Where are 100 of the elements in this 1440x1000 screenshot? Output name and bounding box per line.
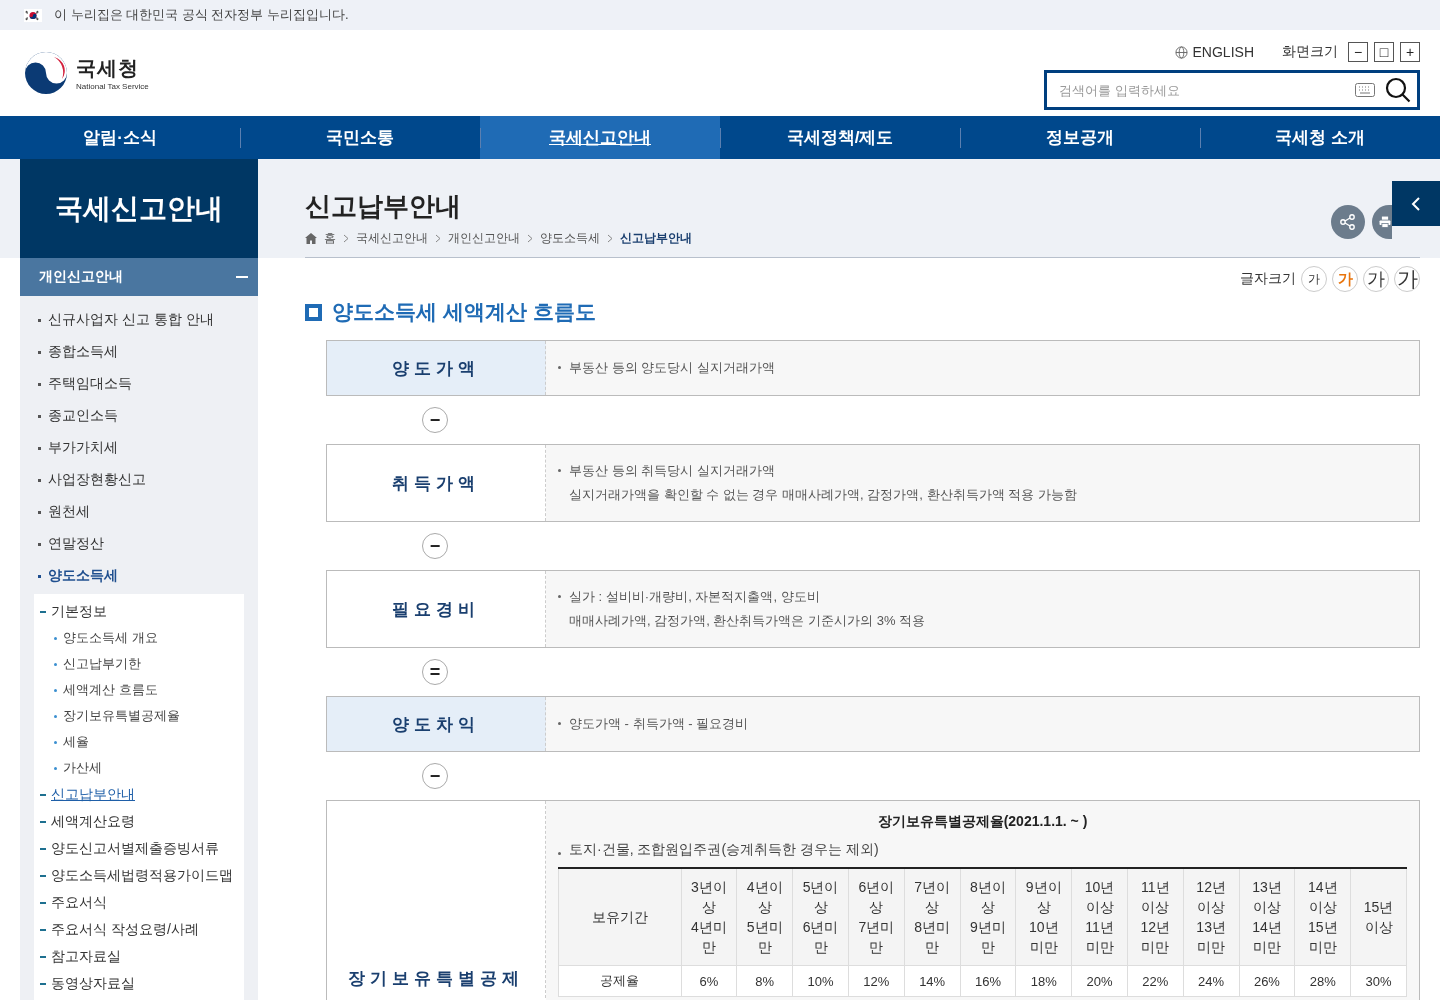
- table-cell: 20%: [1071, 965, 1128, 997]
- logo-name: 국세청: [76, 56, 140, 81]
- dash-icon: [40, 901, 46, 904]
- chevron-icon: [435, 234, 441, 243]
- search-field[interactable]: 검색어를 입력하세요: [1044, 70, 1420, 110]
- globe-icon: [1174, 45, 1188, 59]
- nav-tab[interactable]: 국민소통: [326, 126, 394, 149]
- sidebar-section[interactable]: 개인신고안내: [20, 258, 258, 296]
- bullet-icon: [54, 714, 57, 718]
- bullet-icon: [38, 382, 41, 386]
- sidebar-item[interactable]: 주택임대소득: [48, 375, 132, 393]
- table-cell: 8%: [736, 965, 793, 997]
- step-label: 장기보유특별공제: [348, 968, 524, 990]
- font-size-button[interactable]: 가: [1363, 266, 1389, 292]
- bullet-icon: [38, 414, 41, 418]
- breadcrumb-link[interactable]: 홈: [324, 230, 336, 247]
- page-title: 신고납부안내: [305, 190, 462, 223]
- dash-icon: [40, 847, 46, 850]
- sidebar-subitem[interactable]: 세액계산요령: [51, 812, 135, 831]
- nav-tab[interactable]: 국세정책/제도: [786, 126, 894, 149]
- table-cell: 공제율: [558, 965, 682, 997]
- sidebar-subitem[interactable]: 주요서식 작성요령/사례: [51, 920, 199, 939]
- sidebar-subitem[interactable]: 주요서식: [51, 893, 107, 912]
- bullet-icon: [38, 574, 41, 578]
- column-header: 15년 이상: [1350, 868, 1407, 966]
- search-icon[interactable]: [1385, 77, 1411, 103]
- bullet-icon: [558, 595, 561, 598]
- sidebar-item[interactable]: 종합소득세: [48, 343, 118, 361]
- table-cell: 18%: [1015, 965, 1072, 997]
- column-header: 3년이상 4년미만: [681, 868, 737, 966]
- operator-icon: −: [422, 533, 448, 559]
- breadcrumb-link[interactable]: 양도소득세: [540, 230, 600, 247]
- language-link[interactable]: ENGLISH: [1174, 44, 1254, 60]
- step-label: 양도차익: [327, 697, 546, 751]
- bullet-icon: [54, 688, 57, 692]
- dash-icon: [40, 928, 46, 931]
- step-label: 취득가액: [327, 445, 546, 521]
- nav-tab[interactable]: 알림·소식: [83, 126, 157, 149]
- keyboard-icon[interactable]: [1355, 83, 1375, 97]
- sidebar-subitem[interactable]: 양도소득세법령적용가이드맵: [51, 866, 233, 885]
- font-size-button[interactable]: 가: [1394, 266, 1420, 292]
- dash-icon: [40, 955, 46, 958]
- zoom-label: 화면크기: [1282, 43, 1338, 61]
- sidebar-item[interactable]: 사업장현황신고: [48, 471, 146, 489]
- sidebar-item[interactable]: 부가가치세: [48, 439, 118, 457]
- bullet-icon: [558, 852, 561, 855]
- font-size-label: 글자크기: [1240, 270, 1296, 288]
- sidebar-subitem[interactable]: 양도신고서별제출증빙서류: [51, 839, 219, 858]
- bullet-icon: [38, 478, 41, 482]
- sidebar-subitem[interactable]: 신고납부안내: [51, 785, 135, 804]
- column-header: 4년이상 5년미만: [736, 868, 793, 966]
- flag-icon: [24, 8, 42, 22]
- bullet-icon: [54, 662, 57, 666]
- sidebar-subitem[interactable]: 기본정보: [51, 602, 107, 621]
- breadcrumb-link[interactable]: 개인신고안내: [448, 230, 520, 247]
- column-header: 13년 이상 14년 미만: [1239, 868, 1295, 966]
- sidebar-subitem[interactable]: 세율: [63, 733, 89, 751]
- sidebar-subitem[interactable]: 세액계산 흐름도: [63, 681, 158, 699]
- zoom-button[interactable]: −: [1348, 42, 1368, 62]
- column-header: 9년이상 10년미만: [1015, 868, 1072, 966]
- table-title: 장기보유특별공제율(2021.1.1. ~ ): [876, 813, 1089, 831]
- zoom-button[interactable]: +: [1400, 42, 1420, 62]
- sidebar-subitem[interactable]: 가산세: [63, 759, 102, 777]
- dash-icon: [40, 820, 46, 823]
- breadcrumb-link[interactable]: 국세신고안내: [356, 230, 428, 247]
- step-description: 부동산 등의 취득당시 실지거래가액: [569, 462, 775, 480]
- sidebar-item[interactable]: 신규사업자 신고 통합 안내: [48, 311, 214, 329]
- sidebar-subitem[interactable]: 양도소득세 개요: [63, 629, 158, 647]
- operator-icon: −: [422, 407, 448, 433]
- sidebar-subitem[interactable]: 장기보유특별공제율: [63, 707, 180, 725]
- step-description: 매매사례가액, 감정가액, 환산취득가액은 기준시가의 3% 적용: [569, 612, 926, 630]
- table-cell: 6%: [681, 965, 737, 997]
- table-cell: 24%: [1183, 965, 1240, 997]
- sidebar-item[interactable]: 종교인소득: [48, 407, 118, 425]
- sidebar-subitem[interactable]: 신고납부기한: [63, 655, 141, 673]
- column-header: 8년이상 9년미만: [960, 868, 1016, 966]
- step-description: 실지거래가액을 확인할 수 없는 경우 매매사례가액, 감정가액, 환산취득가액 적용 가능함: [569, 486, 1077, 504]
- sidebar-subitem[interactable]: 참고자료실: [51, 947, 121, 966]
- nav-tab[interactable]: 국세청 소개: [1275, 126, 1365, 149]
- table-cell: 16%: [960, 965, 1016, 997]
- column-header: 14년 이상 15년 미만: [1294, 868, 1351, 966]
- home-icon: [305, 233, 317, 244]
- table-cell: 22%: [1127, 965, 1184, 997]
- logo-subtitle: National Tax Service: [76, 82, 149, 91]
- operator-icon: =: [422, 659, 448, 685]
- font-size-button[interactable]: 가: [1301, 266, 1327, 292]
- share-button[interactable]: [1331, 205, 1365, 239]
- sidebar-item[interactable]: 양도소득세: [48, 567, 118, 585]
- column-header: 5년이상 6년미만: [792, 868, 849, 966]
- step-description: 부동산 등의 양도당시 실지거래가액: [569, 359, 775, 377]
- breadcrumb-link[interactable]: 신고납부안내: [620, 230, 692, 247]
- sidebar-subitem[interactable]: 동영상자료실: [51, 974, 135, 993]
- sidebar-item[interactable]: 원천세: [48, 503, 90, 521]
- column-header: 12년 이상 13년 미만: [1183, 868, 1240, 966]
- dash-icon: [40, 793, 46, 796]
- nav-tab[interactable]: 정보공개: [1046, 126, 1114, 149]
- table-cell: 28%: [1294, 965, 1351, 997]
- sidebar-item[interactable]: 연말정산: [48, 535, 104, 553]
- print-button[interactable]: [1372, 205, 1392, 239]
- zoom-button[interactable]: □: [1374, 42, 1394, 62]
